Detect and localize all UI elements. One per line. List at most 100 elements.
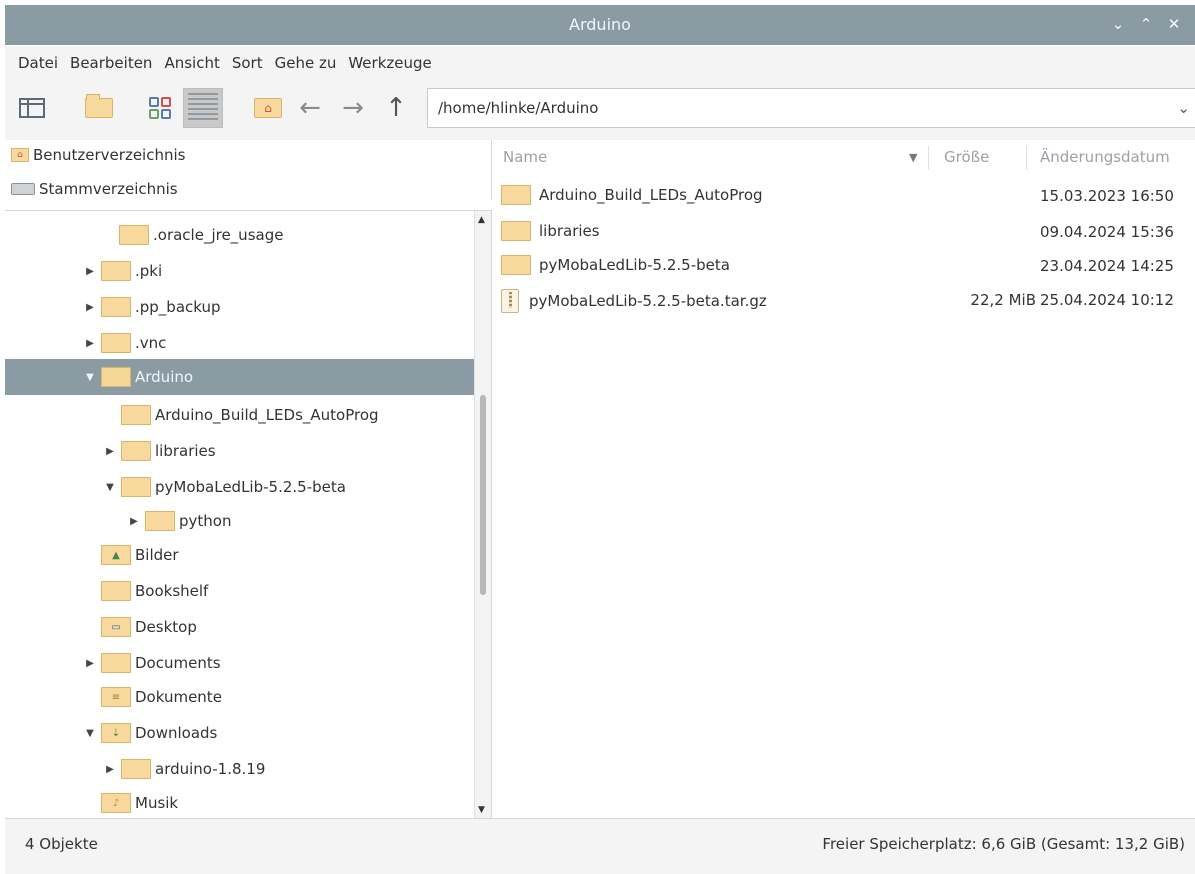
folder-icon: [501, 255, 531, 275]
column-date-header[interactable]: Änderungsdatum: [1040, 148, 1170, 166]
tree-item[interactable]: Bookshelf: [5, 573, 475, 609]
expander-arrow-icon[interactable]: ▼: [83, 728, 97, 739]
tree-item[interactable]: ▶ python: [5, 503, 475, 539]
tree-item-label: libraries: [155, 442, 216, 460]
menu-datei[interactable]: Datei: [18, 54, 58, 72]
scroll-down-icon[interactable]: ▼: [478, 805, 485, 815]
toolbar: ⌂ ← → ↑ /home/hlinke/Arduino ⌄: [5, 80, 1195, 140]
file-row[interactable]: pyMobaLedLib-5.2.5-beta 23.04.2024 14:25: [495, 248, 1195, 284]
maximize-icon[interactable]: ⌃: [1139, 15, 1153, 33]
sort-down-icon[interactable]: ▼: [909, 151, 917, 164]
file-row[interactable]: pyMobaLedLib-5.2.5-beta.tar.gz 22,2 MiB …: [495, 282, 1195, 318]
tree-item-label: pyMobaLedLib-5.2.5-beta: [155, 478, 346, 496]
menu-bearbeiten[interactable]: Bearbeiten: [70, 54, 152, 72]
tree-item[interactable]: ▲ Bilder: [5, 537, 475, 573]
window-controls: ⌄ ⌃ ✕: [1111, 15, 1181, 33]
file-name: pyMobaLedLib-5.2.5-beta: [539, 256, 730, 274]
expander-arrow-icon[interactable]: ▶: [127, 516, 141, 527]
file-date: 23.04.2024 14:25: [1040, 257, 1174, 275]
column-separator[interactable]: [928, 146, 929, 170]
list-view-button[interactable]: [183, 88, 223, 128]
grid-view-icon: [149, 97, 171, 119]
tree-item[interactable]: .oracle_jre_usage: [5, 217, 475, 253]
file-name: pyMobaLedLib-5.2.5-beta.tar.gz: [529, 292, 767, 310]
file-date: 09.04.2024 15:36: [1040, 223, 1174, 241]
column-name-header[interactable]: Name: [503, 148, 547, 166]
window-icon: [19, 98, 45, 118]
home-button[interactable]: ⌂: [248, 88, 288, 128]
minimize-icon[interactable]: ⌄: [1111, 15, 1125, 33]
new-folder-button[interactable]: [79, 88, 119, 128]
window-titlebar: Arduino ⌄ ⌃ ✕: [5, 5, 1195, 45]
expander-arrow-icon[interactable]: ▼: [83, 372, 97, 383]
menu-sort[interactable]: Sort: [232, 54, 263, 72]
tree-item[interactable]: ▶ Documents: [5, 645, 475, 681]
tree-item[interactable]: ♪ Musik: [5, 785, 475, 818]
menu-werkzeuge[interactable]: Werkzeuge: [348, 54, 431, 72]
up-arrow-icon: ↑: [385, 93, 407, 123]
back-button[interactable]: ←: [290, 88, 330, 128]
file-name: libraries: [539, 222, 600, 240]
tree-item[interactable]: ≡ Dokumente: [5, 679, 475, 715]
menu-ansicht[interactable]: Ansicht: [164, 54, 219, 72]
desktop-folder-icon: ▭: [101, 617, 131, 637]
expander-arrow-icon[interactable]: ▶: [83, 658, 97, 669]
tree-item-label: Arduino_Build_LEDs_AutoProg: [155, 406, 379, 424]
path-input[interactable]: /home/hlinke/Arduino ⌄: [427, 88, 1195, 128]
expander-arrow-icon[interactable]: ▼: [103, 482, 117, 493]
scrollbar-thumb[interactable]: [480, 395, 486, 595]
tree-item-label: python: [179, 512, 232, 530]
tree-item[interactable]: ▶ libraries: [5, 433, 475, 469]
new-window-button[interactable]: [12, 88, 52, 128]
expander-arrow-icon[interactable]: ▶: [83, 338, 97, 349]
tree-item[interactable]: ▼ ⇣ Downloads: [5, 715, 475, 751]
expander-arrow-icon[interactable]: ▶: [83, 266, 97, 277]
folder-icon: [501, 185, 531, 205]
forward-arrow-icon: →: [342, 93, 364, 123]
menu-bar: Datei Bearbeiten Ansicht Sort Gehe zu We…: [5, 46, 1195, 80]
up-button[interactable]: ↑: [376, 88, 416, 128]
tree-item[interactable]: ▶ .pp_backup: [5, 289, 475, 325]
tree-item-label: arduino-1.8.19: [155, 760, 266, 778]
expander-arrow-icon[interactable]: ▶: [103, 446, 117, 457]
path-text[interactable]: /home/hlinke/Arduino: [438, 99, 598, 117]
folder-icon: [145, 511, 175, 531]
tree-item-label: Dokumente: [135, 688, 222, 706]
forward-button[interactable]: →: [333, 88, 373, 128]
folder-icon: [85, 94, 113, 118]
file-row[interactable]: Arduino_Build_LEDs_AutoProg 15.03.2023 1…: [495, 178, 1195, 214]
places-panel: ⌂ Benutzerverzeichnis Stammverzeichnis: [5, 140, 492, 200]
tree-item-label: Arduino: [135, 368, 194, 386]
tree-item[interactable]: ▶ .pki: [5, 253, 475, 289]
expander-arrow-icon[interactable]: ▶: [83, 302, 97, 313]
home-icon: ⌂: [254, 98, 282, 118]
icon-view-button[interactable]: [140, 88, 180, 128]
column-separator[interactable]: [1026, 146, 1027, 170]
tree-item[interactable]: ▶ .vnc: [5, 325, 475, 361]
list-view-icon: [188, 93, 218, 123]
tree-item[interactable]: ▼ pyMobaLedLib-5.2.5-beta: [5, 469, 475, 505]
chevron-down-icon[interactable]: ⌄: [1177, 99, 1190, 117]
file-row[interactable]: libraries 09.04.2024 15:36: [495, 214, 1195, 250]
place-root[interactable]: Stammverzeichnis: [11, 180, 178, 198]
home-folder-icon: ⌂: [11, 148, 29, 162]
tree-item[interactable]: Arduino_Build_LEDs_AutoProg: [5, 397, 475, 433]
place-label: Benutzerverzeichnis: [33, 146, 186, 164]
tree-item-label: .vnc: [135, 334, 167, 352]
window-title: Arduino: [569, 15, 631, 34]
expander-arrow-icon[interactable]: ▶: [103, 764, 117, 775]
tree-scrollbar[interactable]: ▲ ▼: [474, 211, 491, 818]
tree-item-label: Bilder: [135, 546, 179, 564]
tree-item[interactable]: ▶ arduino-1.8.19: [5, 751, 475, 787]
place-home[interactable]: ⌂ Benutzerverzeichnis: [11, 146, 185, 164]
close-icon[interactable]: ✕: [1167, 15, 1181, 33]
tree-item-label: .pki: [135, 262, 163, 280]
tree-item[interactable]: ▭ Desktop: [5, 609, 475, 645]
menu-gehe-zu[interactable]: Gehe zu: [275, 54, 337, 72]
folder-icon: [121, 441, 151, 461]
column-header: Name ▼ Größe Änderungsdatum: [495, 140, 1195, 176]
folder-icon: [121, 759, 151, 779]
tree-item-selected[interactable]: ▼ Arduino: [5, 359, 475, 395]
column-size-header[interactable]: Größe: [944, 148, 989, 166]
scroll-up-icon[interactable]: ▲: [478, 215, 485, 225]
